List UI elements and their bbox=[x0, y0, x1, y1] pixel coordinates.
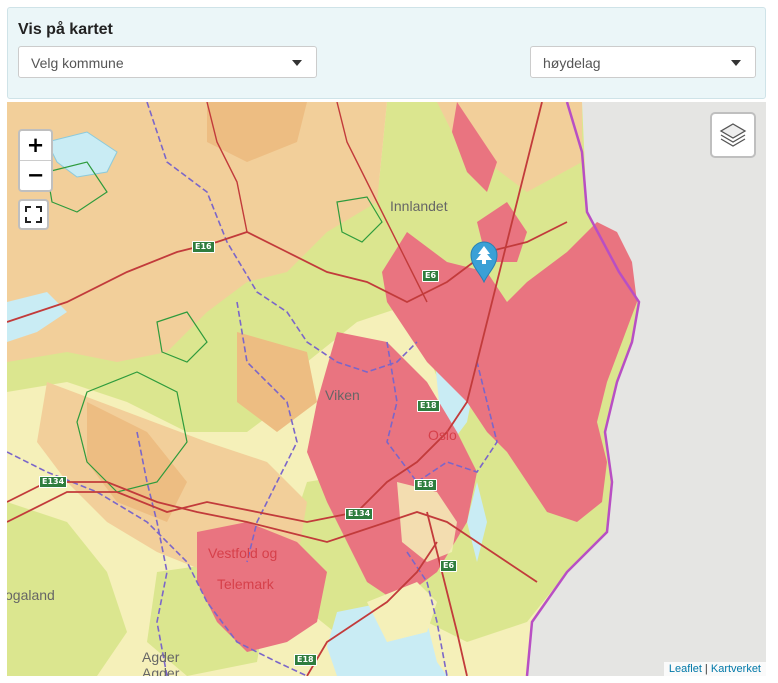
road-shield-e134-2: E134 bbox=[345, 508, 374, 520]
road-shield-e18: E18 bbox=[417, 400, 440, 412]
region-label-vestfold: Vestfold og bbox=[208, 545, 278, 561]
region-label-agder: Agder bbox=[142, 649, 180, 665]
zoom-control: + − bbox=[18, 129, 53, 192]
map-view[interactable]: + − Innlandet Viken Oslo Vestfold og Tel… bbox=[7, 102, 766, 676]
attribution-separator: | bbox=[701, 663, 711, 675]
fullscreen-icon bbox=[25, 206, 42, 223]
kommune-select-value: Velg kommune bbox=[31, 55, 124, 71]
layers-icon bbox=[719, 123, 747, 147]
tree-marker-icon bbox=[470, 241, 498, 284]
kartverket-link[interactable]: Kartverket bbox=[711, 663, 761, 675]
road-shield-e18-2: E18 bbox=[414, 479, 437, 491]
layers-button[interactable] bbox=[710, 112, 756, 158]
kommune-select[interactable]: Velg kommune bbox=[18, 46, 317, 78]
layer-select[interactable]: høydelag bbox=[530, 46, 756, 78]
map-attribution: Leaflet | Kartverket bbox=[663, 662, 766, 676]
chevron-down-icon bbox=[292, 60, 302, 66]
road-shield-e18-3: E18 bbox=[294, 654, 317, 666]
region-label-innlandet: Innlandet bbox=[390, 198, 448, 214]
region-label-viken: Viken bbox=[325, 387, 360, 403]
city-label-oslo: Oslo bbox=[428, 427, 457, 443]
region-label-agder-2: Agder bbox=[142, 665, 180, 676]
region-label-rogaland: ogaland bbox=[7, 587, 55, 603]
region-label-telemark: Telemark bbox=[217, 576, 274, 592]
road-shield-e134: E134 bbox=[39, 476, 68, 488]
location-marker[interactable] bbox=[469, 241, 499, 284]
panel-title: Vis på kartet bbox=[18, 21, 113, 38]
road-shield-e16: E16 bbox=[192, 241, 215, 253]
map-controls-panel: Vis på kartet Velg kommune høydelag bbox=[7, 7, 766, 99]
leaflet-link[interactable]: Leaflet bbox=[669, 663, 702, 675]
zoom-out-button[interactable]: − bbox=[20, 161, 51, 190]
layer-select-value: høydelag bbox=[543, 55, 601, 71]
map-tiles[interactable] bbox=[7, 102, 766, 676]
road-shield-e6-2: E6 bbox=[440, 560, 458, 572]
fullscreen-button[interactable] bbox=[18, 199, 49, 230]
road-shield-e6: E6 bbox=[422, 270, 440, 282]
zoom-in-button[interactable]: + bbox=[20, 131, 51, 161]
chevron-down-icon bbox=[731, 60, 741, 66]
